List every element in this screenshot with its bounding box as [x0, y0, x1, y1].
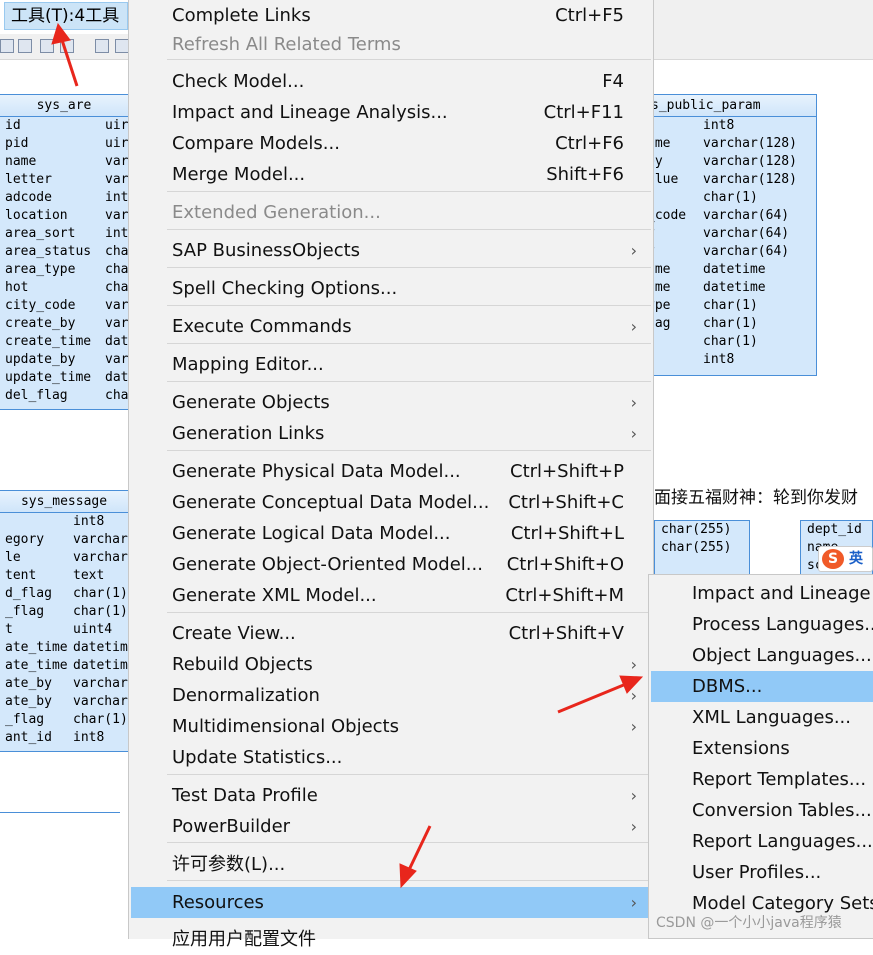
annotation-arrows [51, 22, 644, 889]
annotation-arrow [557, 675, 644, 714]
annotation-arrow [51, 22, 79, 87]
annotation-arrow [399, 825, 432, 889]
